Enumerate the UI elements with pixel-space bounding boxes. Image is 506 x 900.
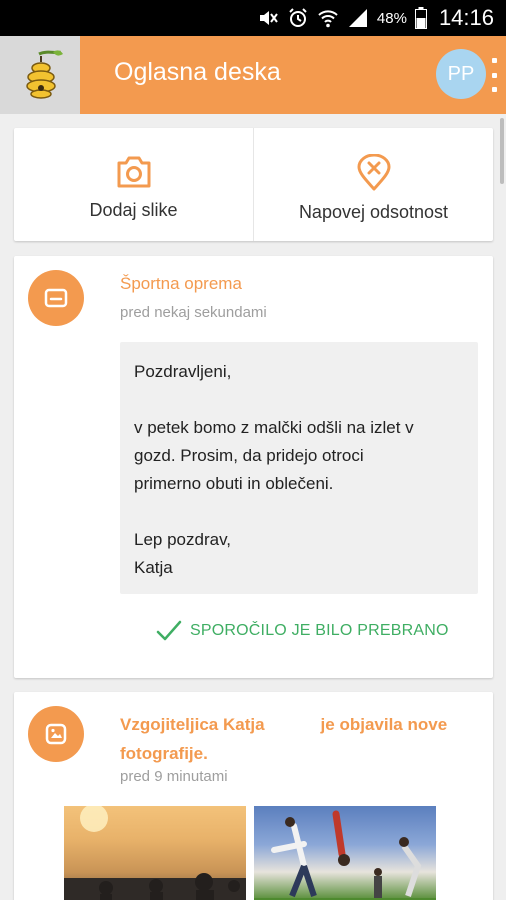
add-photos-label: Dodaj slike — [89, 200, 178, 220]
silhouettes-image — [64, 806, 246, 900]
photo-post-card[interactable]: Vzgojiteljica Katja je objavila nove foto… — [14, 692, 493, 900]
announce-absence-button[interactable]: Napovej odsotnost — [253, 128, 493, 241]
post-timestamp: pred nekaj sekundami — [120, 304, 267, 321]
message-post-card[interactable]: Športna oprema pred nekaj sekundami Pozd… — [14, 256, 493, 678]
message-closing: Lep pozdrav, — [134, 530, 232, 549]
mail-icon — [44, 288, 68, 308]
photo-thumbnail[interactable] — [254, 806, 436, 900]
app-logo[interactable] — [0, 36, 80, 114]
photo-thumbnail[interactable] — [64, 806, 246, 900]
post-timestamp: pred 9 minutami — [120, 768, 228, 785]
app-bar: Oglasna deska PP — [0, 36, 506, 114]
post-title: Vzgojiteljica Katja je objavila nove foto… — [120, 710, 470, 768]
location-cancel-icon — [357, 154, 390, 191]
message-signature: Katja — [134, 558, 173, 577]
battery-icon — [414, 7, 427, 29]
mute-icon — [259, 11, 278, 25]
battery-percent: 48% — [376, 9, 407, 27]
add-photos-button[interactable]: Dodaj slike — [14, 128, 253, 241]
children-playing-image — [254, 810, 436, 900]
wifi-icon — [318, 10, 338, 28]
beehive-icon — [26, 50, 63, 99]
message-body: Pozdravljeni, v petek bomo z malčki odšl… — [120, 342, 478, 594]
read-status-label: SPOROČILO JE BILO PREBRANO — [190, 622, 449, 639]
message-greeting: Pozdravljeni, — [134, 362, 232, 381]
photo-gallery — [64, 806, 436, 900]
status-icons: 48% 14:16 — [257, 5, 494, 31]
camera-icon — [117, 156, 150, 188]
actions-card: Dodaj slike Napovej odsotnost — [14, 128, 493, 241]
post-type-badge — [28, 706, 84, 762]
read-status: SPOROČILO JE BILO PREBRANO — [156, 620, 449, 642]
photo-icon — [45, 723, 67, 745]
signal-icon — [348, 9, 367, 27]
post-author[interactable]: Vzgojiteljica Katja — [120, 715, 265, 734]
post-action-text: je objavila nove — [320, 715, 448, 734]
avatar[interactable]: PP — [436, 49, 486, 99]
message-line: gozd. Prosim, da pridejo otroci — [134, 446, 364, 465]
status-bar: 48% 14:16 — [0, 0, 506, 36]
message-line: v petek bomo z malčki odšli na izlet v — [134, 418, 414, 437]
overflow-menu-icon[interactable] — [490, 58, 498, 92]
post-action-text: fotografije. — [120, 744, 208, 763]
post-type-badge — [28, 270, 84, 326]
clock: 14:16 — [438, 5, 494, 30]
post-title: Športna oprema — [120, 274, 242, 293]
scrollbar[interactable] — [500, 118, 504, 184]
message-line: primerno obuti in oblečeni. — [134, 474, 334, 493]
announce-absence-label: Napovej odsotnost — [298, 202, 449, 222]
app-title: Oglasna deska — [114, 58, 281, 86]
checkmark-icon — [156, 620, 182, 641]
alarm-icon — [289, 8, 307, 27]
